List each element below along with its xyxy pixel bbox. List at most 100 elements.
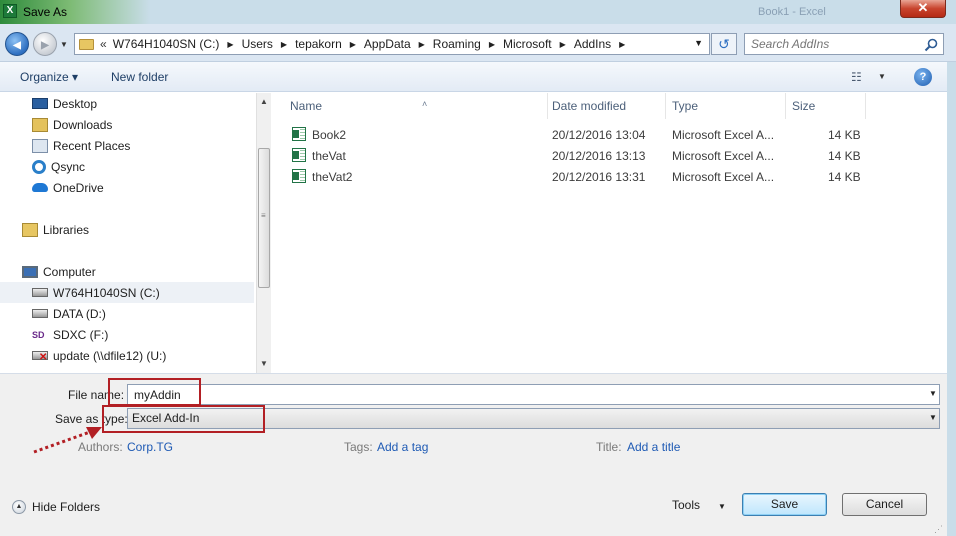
breadcrumb-chevron-icon[interactable]: ▶	[350, 40, 356, 49]
excel-app-icon: X	[3, 4, 17, 18]
view-options-chevron-icon[interactable]: ▼	[878, 72, 886, 81]
breadcrumb: W764H1040SN (C:) ▶ Users ▶ tepakorn ▶ AppData ▶…	[113, 37, 634, 51]
nav-item-label: Computer	[43, 264, 96, 279]
file-row[interactable]: theVat2 20/12/2016 13:31 Microsoft Excel…	[286, 166, 876, 187]
nav-item-computer[interactable]: Computer	[0, 261, 254, 282]
excel-addin-file-icon	[292, 148, 306, 162]
tools-chevron-icon[interactable]: ▼	[718, 502, 726, 511]
close-button[interactable]: ✕	[900, 0, 946, 18]
save-as-type-highlight-box	[102, 405, 265, 433]
onedrive-icon	[32, 183, 48, 192]
nav-item-qsync[interactable]: Qsync	[0, 156, 254, 177]
breadcrumb-chevron-icon[interactable]: ▶	[281, 40, 287, 49]
file-date: 20/12/2016 13:13	[552, 149, 646, 163]
breadcrumb-item[interactable]: W764H1040SN (C:)	[113, 37, 220, 51]
address-dropdown-icon[interactable]: ▼	[694, 38, 703, 48]
file-name: theVat2	[312, 170, 353, 184]
new-folder-button[interactable]: New folder	[111, 70, 168, 84]
folder-icon	[79, 38, 94, 50]
breadcrumb-chevron-icon[interactable]: ▶	[560, 40, 566, 49]
file-type: Microsoft Excel A...	[672, 149, 775, 163]
help-button[interactable]: ?	[914, 68, 932, 86]
resize-grip-icon[interactable]: ⋰	[934, 524, 943, 535]
nav-item-label: DATA (D:)	[53, 306, 106, 321]
grip-icon: ≡	[261, 211, 266, 220]
column-header-date[interactable]: Date modified	[546, 93, 666, 119]
breadcrumb-chevron-icon[interactable]: ▶	[619, 40, 625, 49]
tools-button[interactable]: Tools	[672, 498, 700, 512]
file-list: Name ˄ Date modified Type Size Book2 20/1…	[272, 93, 947, 373]
column-header-type[interactable]: Type	[666, 93, 786, 119]
excel-addin-file-icon	[292, 127, 306, 141]
desktop-icon	[32, 98, 48, 109]
file-type: Microsoft Excel A...	[672, 128, 775, 142]
nav-item-drive-f[interactable]: SD SDXC (F:)	[0, 324, 254, 345]
nav-item-drive-d[interactable]: DATA (D:)	[0, 303, 254, 324]
nav-item-label: W764H1040SN (C:)	[53, 285, 160, 300]
hard-drive-icon	[32, 288, 48, 297]
sort-ascending-icon: ˄	[422, 99, 428, 109]
nav-item-onedrive[interactable]: OneDrive	[0, 177, 254, 198]
scrollbar-thumb[interactable]: ≡	[258, 148, 270, 288]
organize-button[interactable]: Organize ▾	[20, 70, 78, 84]
nav-item-drive-c[interactable]: W764H1040SN (C:)	[0, 282, 254, 303]
breadcrumb-item[interactable]: AddIns	[574, 37, 611, 51]
breadcrumb-item[interactable]: Microsoft	[503, 37, 552, 51]
file-date: 20/12/2016 13:04	[552, 128, 646, 142]
file-name-history-chevron-icon[interactable]: ▼	[929, 389, 937, 398]
breadcrumb-item[interactable]: Users	[242, 37, 273, 51]
address-bar[interactable]: « W764H1040SN (C:) ▶ Users ▶ tepakorn ▶ AppDat…	[74, 33, 710, 55]
nav-item-drive-u[interactable]: ✕ update (\\dfile12) (U:)	[0, 345, 254, 366]
column-header-name[interactable]: Name ˄	[284, 93, 548, 119]
nav-item-desktop[interactable]: Desktop	[0, 93, 254, 114]
change-view-icon[interactable]: ☷	[851, 70, 862, 84]
breadcrumb-chevron-icon[interactable]: ▶	[227, 40, 233, 49]
title-value[interactable]: Add a title	[627, 440, 680, 454]
breadcrumb-overflow[interactable]: «	[100, 37, 107, 51]
authors-label: Authors:	[78, 440, 123, 454]
breadcrumb-item[interactable]: AppData	[364, 37, 411, 51]
refresh-icon: ↺	[718, 36, 730, 52]
forward-button[interactable]: ▶	[33, 32, 57, 56]
file-size: 14 KB	[828, 149, 861, 163]
file-name-input[interactable]	[127, 384, 940, 405]
back-button[interactable]: ◀	[5, 32, 29, 56]
authors-value[interactable]: Corp.TG	[127, 440, 173, 454]
refresh-button[interactable]: ↺	[711, 33, 737, 55]
search-box[interactable]	[744, 33, 944, 55]
breadcrumb-item[interactable]: Roaming	[433, 37, 481, 51]
title-bar: X Save As Book1 - Excel ✕	[0, 0, 956, 24]
navigation-bar: ◀ ▶ ▼ « W764H1040SN (C:) ▶ Users ▶ tepakorn ▶…	[0, 24, 956, 62]
nav-item-recent-places[interactable]: Recent Places	[0, 135, 254, 156]
forward-arrow-icon: ▶	[41, 40, 49, 51]
file-row[interactable]: theVat 20/12/2016 13:13 Microsoft Excel …	[286, 145, 876, 166]
hide-folders-button[interactable]: ▲ Hide Folders	[12, 500, 100, 514]
background-window-title: Book1 - Excel	[758, 6, 826, 18]
file-type: Microsoft Excel A...	[672, 170, 775, 184]
column-header-size[interactable]: Size	[786, 93, 866, 119]
scroll-down-icon[interactable]: ▼	[260, 359, 268, 368]
recent-places-icon	[32, 138, 48, 153]
recent-locations-chevron-icon[interactable]: ▼	[60, 40, 68, 49]
nav-item-libraries[interactable]: Libraries	[0, 219, 254, 240]
search-icon[interactable]	[923, 37, 939, 53]
navigation-pane: Desktop Downloads Recent Places Qsync On…	[0, 93, 256, 373]
tags-value[interactable]: Add a tag	[377, 440, 428, 454]
scroll-up-icon[interactable]: ▲	[260, 97, 268, 106]
nav-item-label: Downloads	[53, 117, 113, 132]
excel-addin-file-icon	[292, 169, 306, 183]
computer-icon	[22, 265, 38, 278]
breadcrumb-chevron-icon[interactable]: ▶	[489, 40, 495, 49]
file-row[interactable]: Book2 20/12/2016 13:04 Microsoft Excel A…	[286, 124, 876, 145]
cancel-button[interactable]: Cancel	[842, 493, 927, 516]
save-as-type-chevron-icon[interactable]: ▼	[929, 413, 937, 422]
breadcrumb-item[interactable]: tepakorn	[295, 37, 342, 51]
nav-item-label: Qsync	[51, 159, 86, 174]
save-button[interactable]: Save	[742, 493, 827, 516]
nav-item-label: Recent Places	[53, 138, 131, 153]
nav-pane-scrollbar[interactable]: ▲ ≡ ▼	[256, 93, 271, 373]
search-input[interactable]	[745, 34, 923, 54]
breadcrumb-chevron-icon[interactable]: ▶	[419, 40, 425, 49]
nav-item-downloads[interactable]: Downloads	[0, 114, 254, 135]
window-frame-edge	[947, 62, 956, 536]
